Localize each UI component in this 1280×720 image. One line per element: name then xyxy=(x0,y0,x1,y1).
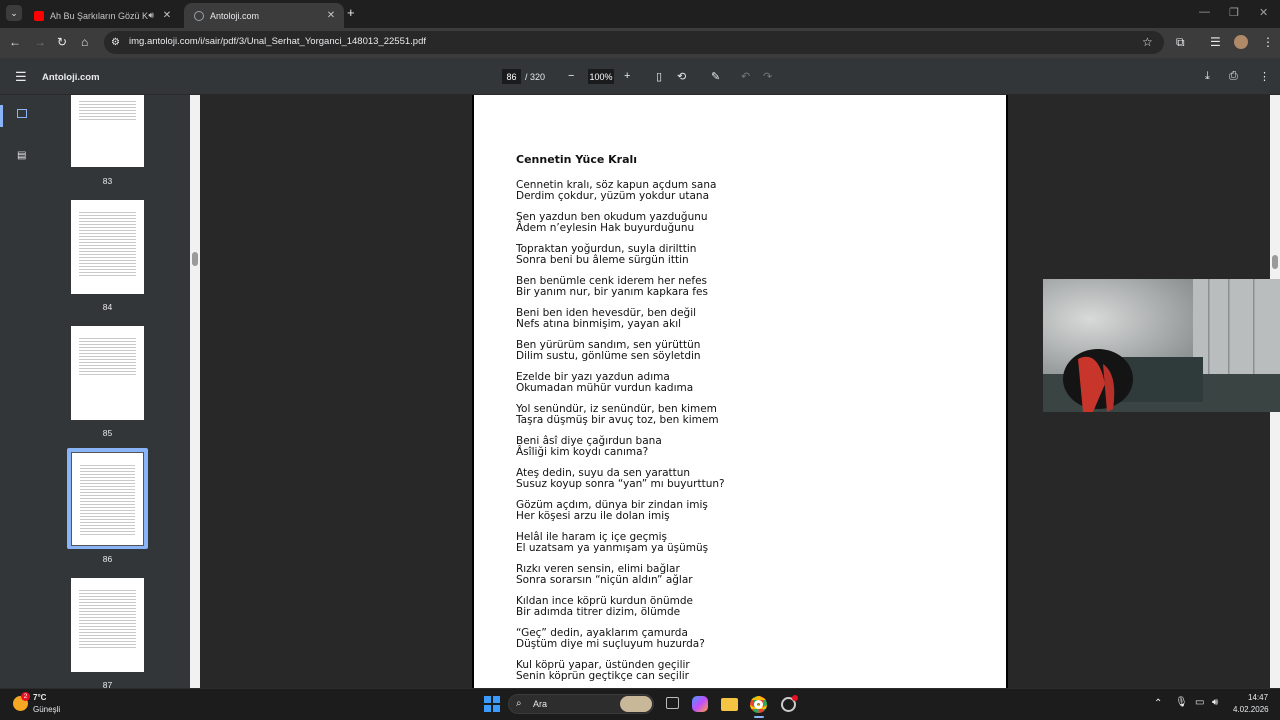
poem-stanza: Ateş dedin, suyu da sen yarattun Susuz k… xyxy=(516,467,725,490)
zoom-input[interactable]: 100% xyxy=(588,69,614,84)
youtube-icon xyxy=(34,10,44,21)
thumbnail-label: 85 xyxy=(102,428,113,438)
pdf-toolbar xyxy=(0,58,1280,95)
menu-icon[interactable]: ⋮ xyxy=(1262,35,1274,49)
forward-icon[interactable]: → xyxy=(34,35,46,49)
reading-list-icon[interactable]: ☰ xyxy=(1210,35,1221,49)
annotate-icon[interactable]: ✎ xyxy=(711,70,720,83)
copilot-icon[interactable] xyxy=(692,696,708,712)
poem-stanza: Gözüm açdım, dünya bir zindan imiş Her k… xyxy=(516,499,708,522)
close-icon[interactable]: ✕ xyxy=(160,10,174,21)
poem-stanza: Kıldan ince köprü kurdun önümde Bir adım… xyxy=(516,595,694,618)
app-badge xyxy=(792,695,798,701)
close-icon[interactable]: ✕ xyxy=(324,10,338,21)
fit-page-icon[interactable]: ▯ xyxy=(656,70,662,83)
file-explorer-icon[interactable] xyxy=(721,698,738,711)
page-thumbnail[interactable] xyxy=(71,95,144,167)
tab-title: Antoloji.com xyxy=(210,10,260,21)
zoom-out-icon[interactable]: − xyxy=(568,70,574,82)
rail-active-indicator xyxy=(0,105,3,127)
poem-stanza: Kul köprü yapar, üstünden geçilir Senin … xyxy=(516,659,690,682)
volume-icon[interactable]: 🔊︎ xyxy=(1212,697,1218,708)
search-highlight-image xyxy=(620,696,652,712)
tab-search-icon[interactable]: ⌄ xyxy=(6,5,22,21)
thumbnail-view-icon[interactable] xyxy=(17,109,27,118)
avatar[interactable] xyxy=(1234,35,1248,49)
weather-temp: 7°C xyxy=(33,693,47,702)
restore-button[interactable]: ❐ xyxy=(1229,6,1239,19)
poem-stanza: Topraktan yoğurdun, suyla dirilttin Sonr… xyxy=(516,243,697,266)
webcam-overlay xyxy=(1043,279,1280,412)
poem-stanza: Ben benümle cenk iderem her nefes Bir ya… xyxy=(516,275,708,298)
thumbnail-label: 83 xyxy=(102,176,113,186)
tab-strip: ⌄ Ah Bu Şarkıların Gözü Kör O 🔊︎ ✕ Antol… xyxy=(0,0,1280,28)
thumbnail-label: 86 xyxy=(102,554,113,564)
close-window-button[interactable]: ✕ xyxy=(1259,6,1268,19)
tab-antoloji[interactable]: Antoloji.com ✕ xyxy=(184,3,344,28)
rotate-icon[interactable]: ⟲ xyxy=(677,70,686,83)
thumbnail-scrollbar[interactable] xyxy=(190,95,200,688)
extensions-icon[interactable]: ⧉ xyxy=(1176,35,1185,49)
poem-stanza: Beni âsî diye çağırdun bana Âsîliği kim … xyxy=(516,435,662,458)
print-icon[interactable]: ⎙ xyxy=(1229,70,1238,83)
url-text: img.antoloji.com/i/sair/pdf/3/Unal_Serha… xyxy=(129,36,426,47)
redo-icon[interactable]: ↷ xyxy=(763,70,772,83)
page-thumbnail[interactable] xyxy=(71,200,144,294)
clock-time[interactable]: 14:47 xyxy=(1248,693,1268,702)
site-info-icon[interactable]: ⚙ xyxy=(111,36,120,50)
poem-stanza: Helâl ile haram iç içe geçmiş El uzatsam… xyxy=(516,531,709,554)
hamburger-menu-icon[interactable]: ☰ xyxy=(15,69,27,85)
task-view-icon[interactable] xyxy=(666,697,679,709)
outline-view-icon[interactable]: ▤ xyxy=(17,150,26,161)
zoom-in-icon[interactable]: + xyxy=(624,70,630,82)
speaker-icon[interactable]: 🔊︎ xyxy=(148,10,154,21)
poem-stanza: “Geç” dedin, ayaklarım çamurda Düştüm di… xyxy=(516,627,705,650)
pdf-title: Antoloji.com xyxy=(42,72,100,83)
page-total: / 320 xyxy=(525,72,546,82)
search-label: Ara xyxy=(533,699,548,709)
poem-stanza: Rızkı veren sensin, elimi bağlar Sonra s… xyxy=(516,563,693,586)
windows-start-icon[interactable] xyxy=(484,696,500,712)
poem-stanza: Cennetin kralı, söz kapun açdum sana Der… xyxy=(516,179,717,202)
scroll-thumb[interactable] xyxy=(192,252,198,266)
globe-icon xyxy=(194,10,204,21)
poem-stanza: Ezelde bir yazı yazdun adıma Okumadan mü… xyxy=(516,371,694,394)
tab-title: Ah Bu Şarkıların Gözü Kör O xyxy=(50,10,149,21)
active-app-indicator xyxy=(754,716,764,718)
poem-stanza: Ben yürürüm sandım, sen yürüttün Dilim s… xyxy=(516,339,701,362)
more-options-icon[interactable]: ⋮ xyxy=(1259,70,1270,83)
poem-title: Cennetin Yüce Kralı xyxy=(516,153,638,166)
microphone-icon[interactable]: 🎙︎ xyxy=(1175,697,1188,708)
page-thumbnail[interactable] xyxy=(71,578,144,672)
new-tab-button[interactable]: + xyxy=(347,5,355,20)
weather-badge: 2 xyxy=(21,692,30,701)
undo-icon[interactable]: ↶ xyxy=(741,70,750,83)
chrome-icon[interactable] xyxy=(750,696,767,713)
poem-stanza: Yol senündür, iz senündür, ben kimem Taş… xyxy=(516,403,719,426)
chevron-up-icon[interactable]: ⌃ xyxy=(1154,698,1162,709)
search-icon: ⌕ xyxy=(516,698,522,709)
tab-youtube[interactable]: Ah Bu Şarkıların Gözü Kör O 🔊︎ ✕ xyxy=(24,3,180,28)
page-number-input[interactable]: 86 xyxy=(502,69,521,84)
webcam-image xyxy=(1043,279,1280,412)
download-icon[interactable]: ⤓ xyxy=(1205,70,1210,83)
bookmark-star-icon[interactable]: ☆ xyxy=(1142,35,1153,49)
minimize-button[interactable]: — xyxy=(1199,6,1210,18)
page-thumbnail[interactable] xyxy=(71,326,144,420)
reload-icon[interactable]: ↻ xyxy=(57,35,67,49)
sidebar-rail: ▤ xyxy=(0,95,44,688)
thumbnail-label: 84 xyxy=(102,302,113,312)
scroll-thumb[interactable] xyxy=(1272,255,1278,269)
back-icon[interactable]: ← xyxy=(9,35,21,49)
poem-stanza: Şen yazdun ben okudum yazduğunu Âdem n’e… xyxy=(516,211,708,234)
home-icon[interactable]: ⌂ xyxy=(81,35,88,49)
page-thumbnail[interactable] xyxy=(71,452,144,546)
weather-desc: Güneşli xyxy=(33,705,61,714)
poem-stanza: Beni ben iden hevesdür, ben değil Nefs a… xyxy=(516,307,697,330)
clock-date[interactable]: 4.02.2026 xyxy=(1233,705,1269,714)
network-icon[interactable]: ▭ xyxy=(1195,697,1204,708)
